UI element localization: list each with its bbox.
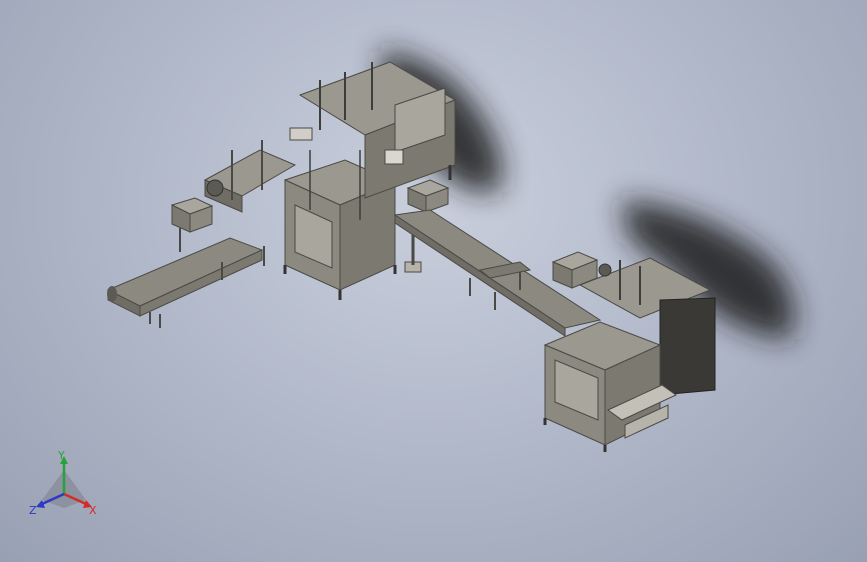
right-machine[interactable] (543, 321, 677, 452)
assembly-model[interactable] (0, 0, 867, 562)
cad-3d-viewport[interactable]: Y X Z (0, 0, 867, 562)
left-conveyor[interactable] (106, 237, 265, 328)
triad-y-label: Y (58, 449, 65, 462)
left-station[interactable] (170, 140, 297, 252)
triad-x-label: X (89, 504, 97, 517)
triad-z-label: Z (29, 504, 37, 517)
